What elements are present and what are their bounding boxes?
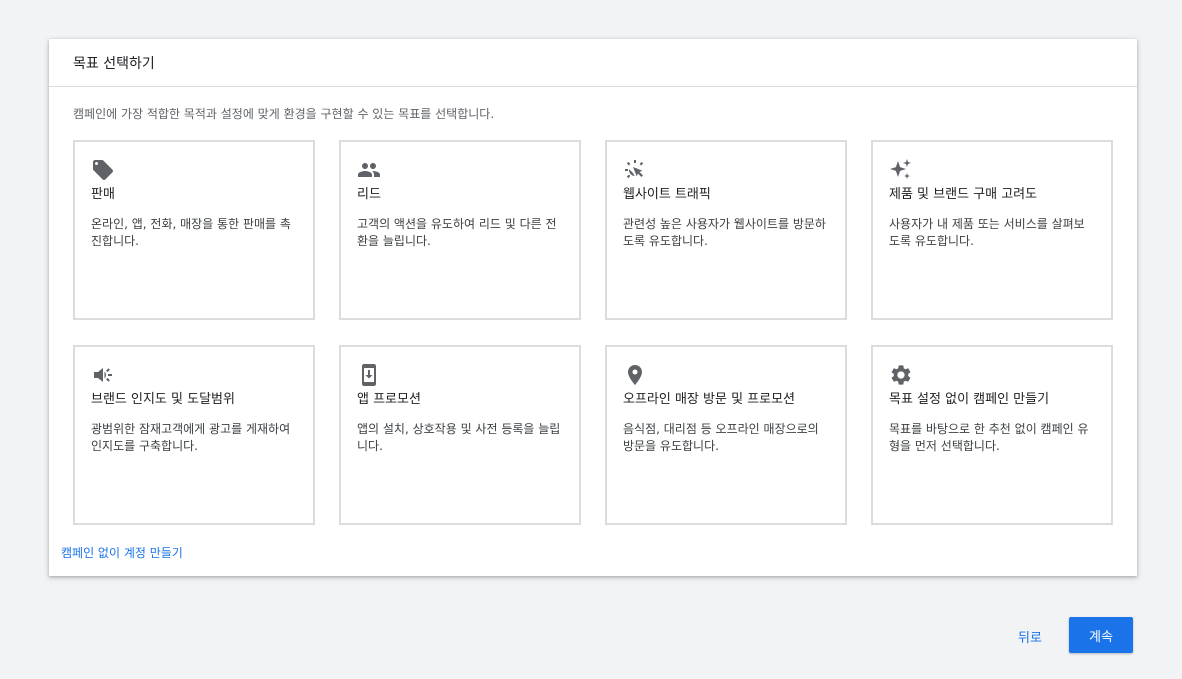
goal-card-app-promotion[interactable]: 앱 프로모션 앱의 설치, 상호작용 및 사전 등록을 늘립니다. [339, 345, 581, 525]
goal-grid: 판매 온라인, 앱, 전화, 매장을 통한 판매를 촉진합니다. 리드 고객의 … [73, 140, 1113, 525]
goal-description: 관련성 높은 사용자가 웹사이트를 방문하도록 유도합니다. [623, 217, 826, 248]
back-button[interactable]: 뒤로 [1004, 619, 1056, 653]
goal-description: 음식점, 대리점 등 오프라인 매장으로의 방문을 유도합니다. [623, 422, 819, 453]
goal-description: 온라인, 앱, 전화, 매장을 통한 판매를 촉진합니다. [91, 217, 291, 248]
goal-title: 제품 및 브랜드 구매 고려도 [889, 187, 1038, 202]
goal-card-sales[interactable]: 판매 온라인, 앱, 전화, 매장을 통한 판매를 촉진합니다. [73, 140, 315, 320]
goal-card-website-traffic[interactable]: 웹사이트 트래픽 관련성 높은 사용자가 웹사이트를 방문하도록 유도합니다. [605, 140, 847, 320]
goal-card-no-goal[interactable]: 목표 설정 없이 캠페인 만들기 목표를 바탕으로 한 추천 없이 캠페인 유형… [871, 345, 1113, 525]
goal-card-leads[interactable]: 리드 고객의 액션을 유도하여 리드 및 다른 전환을 늘립니다. [339, 140, 581, 320]
people-icon [357, 158, 381, 182]
panel-description: 캠페인에 가장 적합한 목적과 설정에 맞게 환경을 구현할 수 있는 목표를 … [73, 107, 495, 121]
goal-description: 사용자가 내 제품 또는 서비스를 살펴보도록 유도합니다. [889, 217, 1085, 248]
goal-title: 웹사이트 트래픽 [623, 187, 711, 202]
goal-card-local-store[interactable]: 오프라인 매장 방문 및 프로모션 음식점, 대리점 등 오프라인 매장으로의 … [605, 345, 847, 525]
goal-title: 오프라인 매장 방문 및 프로모션 [623, 392, 796, 407]
megaphone-icon [91, 363, 115, 387]
goal-title: 앱 프로모션 [357, 392, 421, 407]
goal-title: 판매 [91, 187, 115, 202]
goal-card-brand-awareness[interactable]: 브랜드 인지도 및 도달범위 광범위한 잠재고객에게 광고를 게재하여 인지도를… [73, 345, 315, 525]
phone-download-icon [357, 363, 381, 387]
goal-description: 앱의 설치, 상호작용 및 사전 등록을 늘립니다. [357, 422, 561, 453]
goal-description: 목표를 바탕으로 한 추천 없이 캠페인 유형을 먼저 선택합니다. [889, 422, 1089, 453]
click-cursor-icon [623, 158, 647, 182]
goal-selection-panel: 목표 선택하기 캠페인에 가장 적합한 목적과 설정에 맞게 환경을 구현할 수… [49, 39, 1137, 576]
continue-button[interactable]: 계속 [1069, 617, 1133, 653]
goal-description: 광범위한 잠재고객에게 광고를 게재하여 인지도를 구축합니다. [91, 422, 291, 453]
tag-icon [91, 158, 115, 182]
goal-title: 목표 설정 없이 캠페인 만들기 [889, 392, 1050, 407]
goal-description: 고객의 액션을 유도하여 리드 및 다른 전환을 늘립니다. [357, 217, 557, 248]
gear-icon [889, 363, 913, 387]
goal-card-consideration[interactable]: 제품 및 브랜드 구매 고려도 사용자가 내 제품 또는 서비스를 살펴보도록 … [871, 140, 1113, 320]
sparkle-icon [889, 158, 913, 182]
location-pin-icon [623, 363, 647, 387]
create-account-without-campaign-link[interactable]: 캠페인 없이 계정 만들기 [61, 544, 183, 561]
panel-title: 목표 선택하기 [49, 39, 1137, 87]
goal-title: 리드 [357, 187, 381, 202]
goal-title: 브랜드 인지도 및 도달범위 [91, 392, 235, 407]
